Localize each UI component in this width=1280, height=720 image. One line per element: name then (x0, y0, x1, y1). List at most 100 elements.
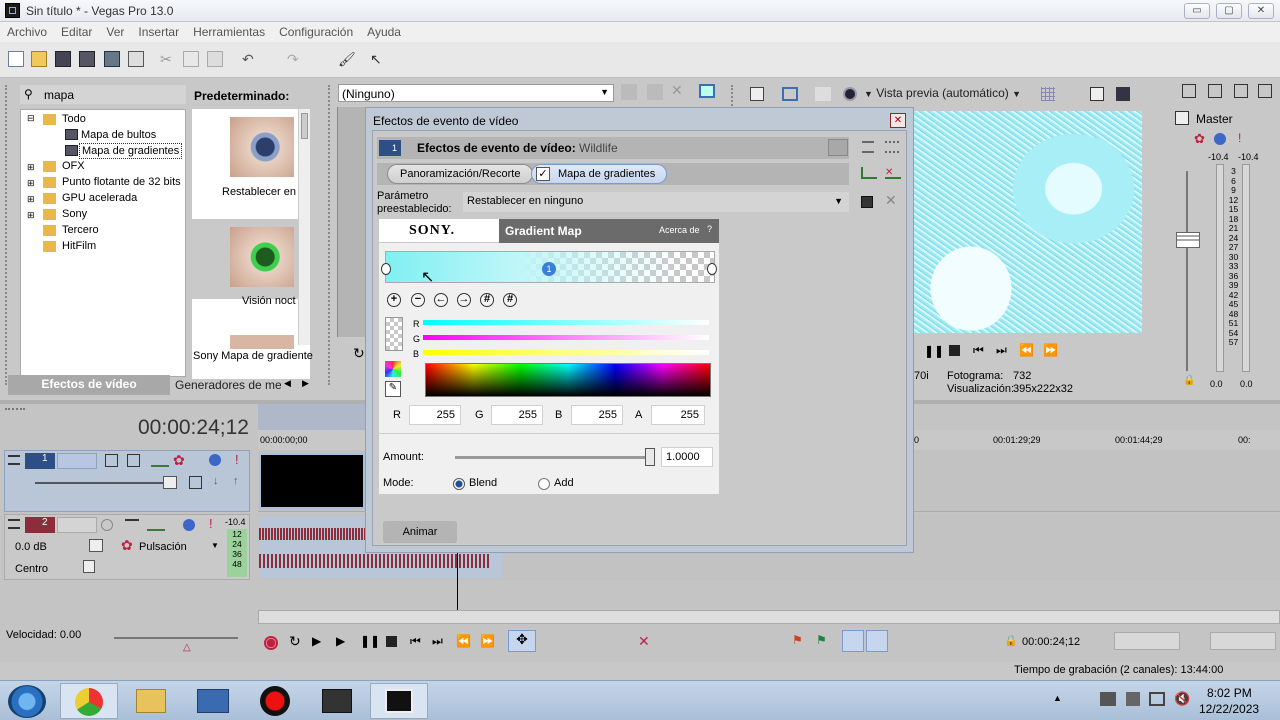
cut-icon[interactable]: ✂ (160, 51, 176, 67)
recorder-taskbar-icon[interactable] (246, 683, 304, 719)
amount-value[interactable]: 1.0000 (661, 447, 713, 467)
preset-label[interactable]: Restablecer en (222, 186, 296, 198)
explorer-taskbar-icon[interactable] (122, 683, 180, 719)
copy-snapshot-icon[interactable] (1090, 87, 1104, 101)
checkbox-icon[interactable]: ✓ (536, 167, 550, 181)
move-right-icon[interactable]: → (457, 293, 471, 307)
paste-icon[interactable] (207, 51, 223, 67)
color-spectrum[interactable] (425, 363, 711, 397)
grid-icon[interactable] (1041, 87, 1055, 101)
prev-frame-icon[interactable]: ⏪ (456, 634, 471, 648)
help-pointer-icon[interactable]: ↖ (370, 51, 386, 67)
mute-icon[interactable] (183, 519, 195, 531)
menu-insertar[interactable]: Insertar (131, 22, 186, 39)
loop-icon[interactable]: ↻ (289, 633, 301, 650)
tray-monitor-icon[interactable] (1149, 692, 1165, 706)
distribute-icon[interactable]: # (480, 293, 494, 307)
tray-flag-icon[interactable] (1126, 692, 1140, 706)
keyboard-taskbar-icon[interactable] (184, 683, 242, 719)
search-box[interactable]: ⚲ mapa (20, 85, 186, 104)
redo-icon[interactable]: ↷ (287, 51, 303, 67)
rewind-icon[interactable]: ⏪ (1019, 343, 1034, 357)
pen-icon[interactable] (647, 84, 663, 100)
envelope-icon[interactable] (125, 519, 139, 529)
add-icon[interactable] (621, 84, 637, 100)
region-icon[interactable]: ⚑ (816, 633, 827, 647)
play-icon[interactable]: ▶ (336, 634, 345, 648)
monitor-icon[interactable] (699, 84, 715, 98)
channel-b-slider[interactable] (423, 350, 709, 355)
fx-chain-icon[interactable] (1208, 84, 1222, 98)
compositing-icon[interactable] (127, 454, 140, 467)
stop-icon[interactable] (386, 636, 397, 647)
tray-network-icon[interactable] (1100, 692, 1116, 706)
monitor-icon[interactable] (782, 87, 798, 101)
start-button[interactable] (8, 685, 46, 718)
chain-item-mapa-gradientes[interactable]: ✓ Mapa de gradientes (531, 164, 667, 184)
menu-ayuda[interactable]: Ayuda (360, 22, 408, 39)
search-input[interactable]: mapa (44, 88, 74, 102)
solo-icon[interactable]: ! (209, 516, 213, 531)
animate-button[interactable]: Animar (383, 521, 457, 543)
maximize-button[interactable]: ▢ (1216, 3, 1242, 19)
clock-time[interactable]: 8:02 PM (1207, 686, 1252, 700)
loop-icon[interactable]: ↻ (353, 345, 365, 362)
clock-date[interactable]: 12/22/2023 (1199, 702, 1259, 716)
fx-chain-icon[interactable] (147, 518, 165, 531)
copy-icon[interactable] (183, 51, 199, 67)
track-menu-icon[interactable] (8, 519, 20, 529)
remove-stop-icon[interactable]: − (411, 293, 425, 307)
g-value[interactable]: 255 (491, 405, 543, 425)
list-view-icon[interactable] (862, 141, 874, 153)
track-name-field[interactable] (57, 517, 97, 533)
add-stop-icon[interactable]: + (387, 293, 401, 307)
tree-expand-icon[interactable]: ⊞ (27, 162, 35, 173)
next-frame-icon[interactable]: ⏭ (996, 343, 1007, 358)
close-button[interactable]: ✕ (1248, 3, 1274, 19)
bypass-icon[interactable] (828, 139, 848, 156)
gear-icon[interactable]: ✿ (1194, 131, 1205, 147)
fast-forward-icon[interactable]: ⏩ (1043, 343, 1058, 357)
fx-chain-icon[interactable] (151, 454, 169, 467)
trimmer-view[interactable] (337, 107, 367, 337)
minimize-button[interactable]: ▭ (1184, 3, 1210, 19)
amount-slider-thumb[interactable] (645, 448, 655, 466)
panel-grip[interactable] (328, 85, 334, 385)
tree-item-ofx[interactable]: OFX (62, 160, 85, 172)
menu-herramientas[interactable]: Herramientas (186, 22, 272, 39)
timeline-hscroll[interactable] (258, 610, 1280, 624)
properties-icon[interactable] (128, 51, 144, 67)
dialog-close-button[interactable]: ✕ (890, 113, 906, 128)
help-icon[interactable]: ? (707, 224, 712, 234)
about-link[interactable]: Acerca de (659, 225, 700, 235)
tree-collapse-icon[interactable]: ⊟ (27, 113, 35, 124)
preset-thumbnail[interactable] (230, 335, 294, 349)
grip-icon[interactable] (5, 408, 25, 414)
split-icon[interactable] (815, 87, 831, 101)
menu-configuracion[interactable]: Configuración (272, 22, 360, 39)
properties-icon[interactable] (750, 87, 764, 101)
length-field[interactable] (1210, 632, 1276, 650)
stop-icon[interactable] (949, 345, 960, 356)
tree-expand-icon[interactable]: ⊞ (27, 194, 35, 205)
render-icon[interactable] (104, 51, 120, 67)
undo-icon[interactable]: ↶ (242, 51, 258, 67)
new-file-icon[interactable] (8, 51, 24, 67)
preset-label[interactable]: Sony Mapa de gradiente (193, 350, 313, 362)
volume-slider-thumb[interactable] (89, 539, 103, 552)
save-snapshot-icon[interactable] (1116, 87, 1130, 101)
remove-fx-icon[interactable]: ✕ (885, 167, 901, 179)
menu-ver[interactable]: Ver (99, 22, 131, 39)
chain-item-panoramizacion[interactable]: Panoramización/Recorte (387, 164, 534, 184)
preset-thumbnail[interactable] (230, 117, 294, 177)
level-slider-thumb[interactable] (163, 476, 177, 489)
preset-thumbnail[interactable] (230, 227, 294, 287)
solo-icon[interactable]: ! (1238, 131, 1241, 145)
delete-icon[interactable]: ✕ (638, 633, 650, 650)
amount-slider-track[interactable] (455, 456, 655, 459)
preset-label[interactable]: Visión noct (242, 295, 296, 307)
gradient-stop-selected[interactable]: 1 (542, 262, 556, 276)
tree-item-sony[interactable]: Sony (62, 208, 87, 220)
eyedropper-icon[interactable]: ✎ (385, 381, 401, 397)
next-frame-icon[interactable]: ⏩ (480, 634, 495, 648)
